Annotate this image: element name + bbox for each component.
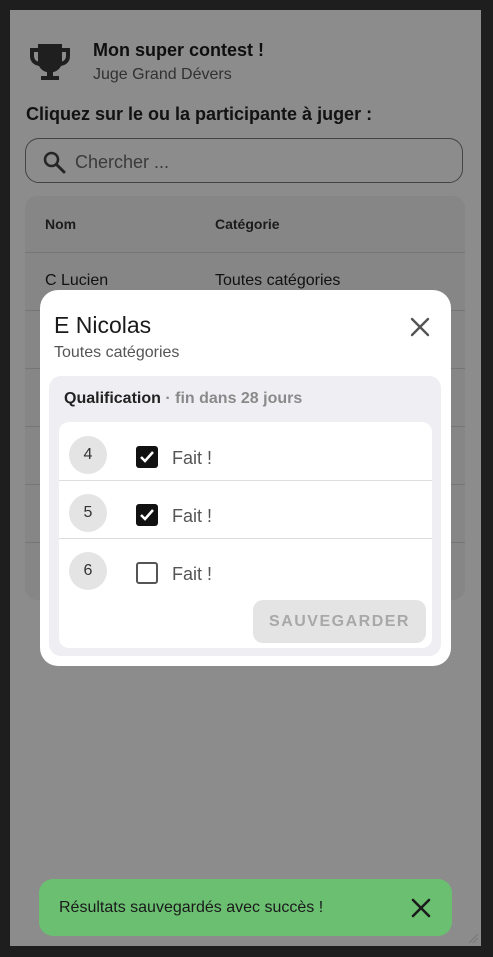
save-button[interactable]: SAUVEGARDER [253,600,426,643]
phase-header: Qualification · fin dans 28 jours [64,390,302,408]
done-checkbox[interactable] [136,504,158,526]
success-snackbar: Résultats sauvegardés avec succès ! [39,879,452,936]
close-icon[interactable] [409,316,431,338]
done-label: Fait ! [172,448,213,468]
done-checkbox[interactable] [136,562,158,584]
check-icon [140,451,154,463]
dialog-subtitle: Toutes catégories [54,344,180,361]
done-label: Fait ! [172,564,213,584]
dialog-title: E Nicolas [54,312,152,338]
phase-deadline: · fin dans 28 jours [160,390,303,407]
task-number: 6 [69,552,107,590]
phase-name: Qualification [64,390,161,407]
resize-handle-icon[interactable] [467,932,479,944]
qualification-panel: Qualification · fin dans 28 jours 4 Fait… [49,376,441,656]
done-checkbox[interactable] [136,446,158,468]
task-item: 5 Fait ! [59,480,432,539]
done-label: Fait ! [172,506,213,526]
snackbar-message: Résultats sauvegardés avec succès ! [59,899,324,916]
judging-dialog: E Nicolas Toutes catégories Qualificatio… [40,290,451,666]
app-window: Mon super contest ! Juge Grand Dévers Cl… [10,10,481,946]
tasks-card: 4 Fait ! 5 Fait ! 6 Fait ! SAUVEGARDER [59,422,432,648]
close-icon[interactable] [410,897,432,919]
task-item: 6 Fait ! [59,538,432,596]
check-icon [140,509,154,521]
task-number: 4 [69,436,107,474]
task-number: 5 [69,494,107,532]
task-item: 4 Fait ! [59,422,432,481]
